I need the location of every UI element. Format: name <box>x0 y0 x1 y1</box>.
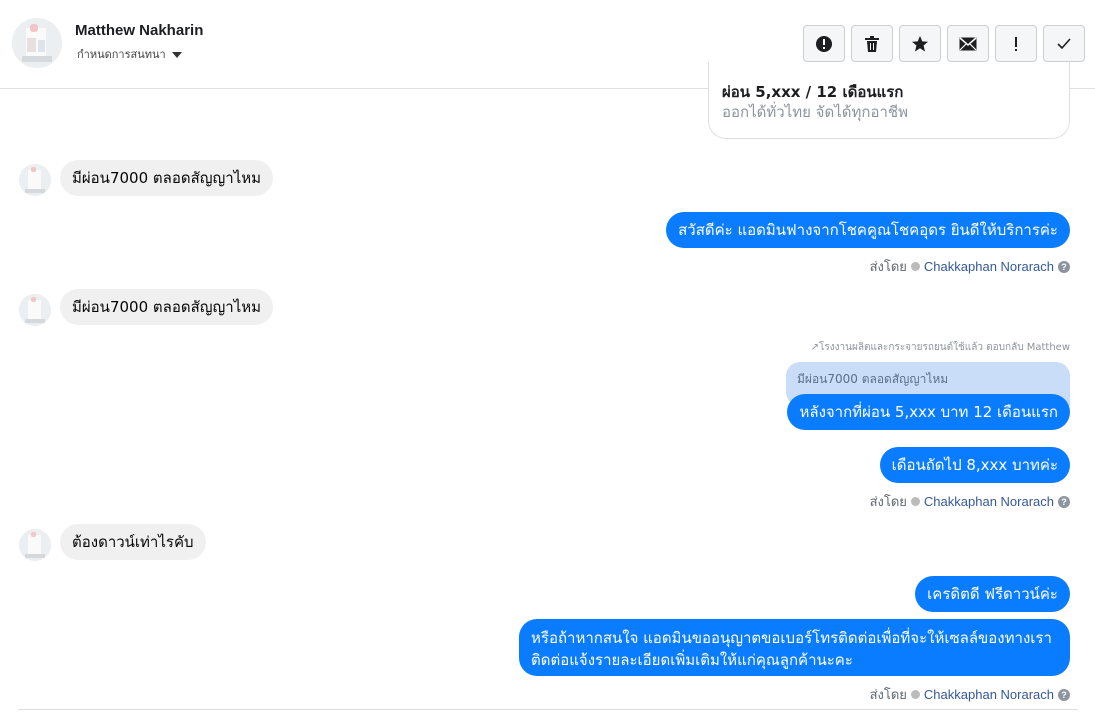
agent-dot-icon <box>910 497 920 506</box>
help-icon[interactable]: ? <box>1058 260 1070 273</box>
agent-dot-icon <box>910 262 920 271</box>
sent-by-info: ส่งโดย Chakkaphan Norarach ? <box>870 256 1070 277</box>
incoming-message[interactable]: มีผ่อน7000 ตลอดสัญญาไหม <box>60 289 274 325</box>
star-icon <box>912 35 928 51</box>
envelope-icon <box>959 36 977 50</box>
agent-name-link[interactable]: Chakkaphan Norarach <box>924 687 1054 702</box>
contact-avatar-small[interactable] <box>19 529 51 561</box>
checkmark-icon <box>1057 37 1071 49</box>
trash-icon <box>865 35 879 52</box>
agent-name-link[interactable]: Chakkaphan Norarach <box>924 494 1054 509</box>
contact-avatar-small[interactable] <box>19 164 51 196</box>
conversation-status-dropdown[interactable]: กำหนดการสนทนา <box>77 45 182 63</box>
composer-divider <box>18 709 1078 710</box>
outgoing-message[interactable]: สวัสดีค่ะ แอดมินฟางจากโชคคูณโชคอุดร ยินด… <box>666 212 1070 248</box>
sent-by-info: ส่งโดย Chakkaphan Norarach ? <box>870 491 1070 512</box>
exclamation-icon <box>1015 36 1017 51</box>
mark-unread-button[interactable] <box>947 25 989 62</box>
report-button[interactable] <box>803 25 845 62</box>
sent-by-info: ส่งโดย Chakkaphan Norarach ? <box>870 684 1070 705</box>
alert-circle-icon <box>816 35 832 52</box>
agent-name-link[interactable]: Chakkaphan Norarach <box>924 259 1054 274</box>
contact-avatar-small[interactable] <box>19 294 51 326</box>
sent-by-label: ส่งโดย <box>869 259 907 274</box>
sent-by-label: ส่งโดย <box>869 687 907 702</box>
conversation-toolbar <box>803 25 1085 62</box>
help-icon[interactable]: ? <box>1058 688 1070 701</box>
help-icon[interactable]: ? <box>1058 495 1070 508</box>
product-card[interactable]: ผ่อน 5,xxx / 12 เดือนแรก ออกได้ทั่วไทย จ… <box>708 62 1070 139</box>
caret-down-icon <box>171 51 182 58</box>
star-button[interactable] <box>899 25 941 62</box>
delete-button[interactable] <box>851 25 893 62</box>
contact-name[interactable]: Matthew Nakharin <box>75 22 203 39</box>
sent-by-label: ส่งโดย <box>869 494 907 509</box>
reply-note: ↗โรงงานผลิตและกระจายรถยนต์ใช้แล้ว ตอบกลั… <box>810 342 1070 353</box>
outgoing-message[interactable]: หลังจากที่ผ่อน 5,xxx บาท 12 เดือนแรก <box>787 394 1070 430</box>
incoming-message[interactable]: มีผ่อน7000 ตลอดสัญญาไหม <box>60 160 274 196</box>
card-subtitle: ออกได้ทั่วไทย จัดได้ทุกอาชีพ <box>722 103 908 121</box>
agent-dot-icon <box>910 690 920 699</box>
outgoing-message[interactable]: หรือถ้าหากสนใจ แอดมินขออนุญาตขอเบอร์โทรต… <box>519 619 1070 676</box>
important-button[interactable] <box>995 25 1037 62</box>
outgoing-message[interactable]: เครดิตดี ฟรีดาวน์ค่ะ <box>915 576 1070 612</box>
incoming-message[interactable]: ต้องดาวน์เท่าไรคับ <box>60 524 206 560</box>
done-button[interactable] <box>1043 25 1085 62</box>
conversation-status-label: กำหนดการสนทนา <box>77 48 166 61</box>
contact-avatar[interactable] <box>12 18 62 68</box>
outgoing-message[interactable]: เดือนถัดไป 8,xxx บาทค่ะ <box>879 447 1070 483</box>
